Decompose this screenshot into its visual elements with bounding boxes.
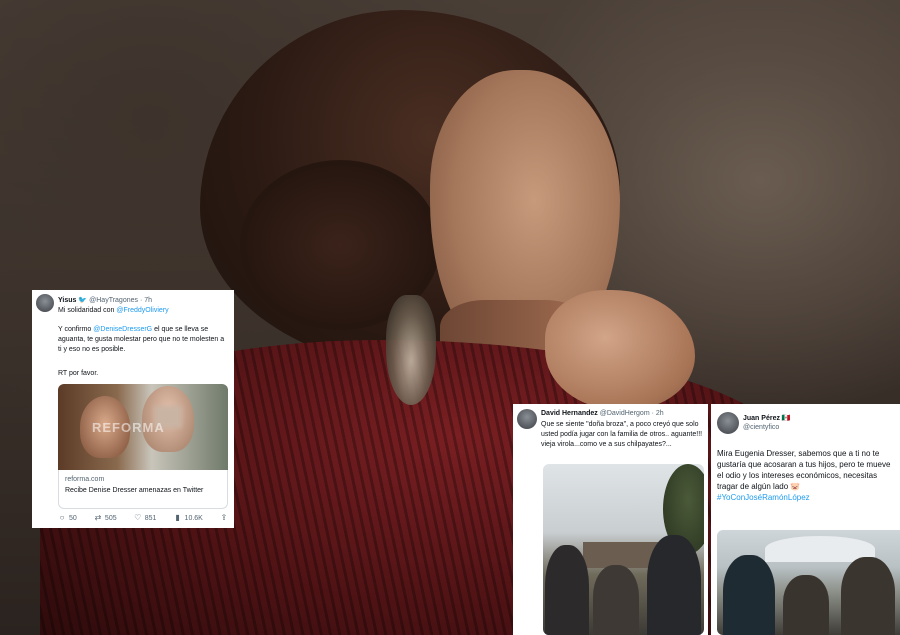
avatar[interactable] [36,294,54,312]
handle[interactable]: @DavidHergom [600,410,650,417]
tweet-card-david[interactable]: David Hernandez @DavidHergom · 2h Que se… [513,404,708,635]
display-name[interactable]: Yisus [58,297,76,304]
tweet-header: Yisus 🐦 @HayTragones · 7h [58,296,152,305]
photo-person-center [593,565,639,635]
tweet-body: Y confirmo @DeniseDresserG el que se lle… [58,325,228,355]
link-preview-image[interactable]: REFORMA [58,384,228,470]
hand-shape [545,290,695,410]
rt-line: RT por favor. [58,370,99,377]
tweet-body-text: Mira Eugenia Dresser, sabemos que a ti n… [717,449,891,491]
handle[interactable]: @cientyfico [743,424,779,431]
like-count: 851 [144,514,157,522]
watermark: REFORMA [92,420,165,435]
share-icon: ⇪ [220,513,228,522]
line1-text: Mi solidaridad con [58,307,117,314]
timestamp[interactable]: · 7h [140,297,152,304]
avatar[interactable] [517,409,537,429]
like-button[interactable]: ♡ 851 [134,513,157,522]
tweet-photo[interactable] [717,530,900,635]
link-preview-card[interactable]: reforma.com Recibe Denise Dresser amenaz… [58,470,228,509]
flag-icon: 🇲🇽 [781,415,791,422]
body-pre: Y confirmo [58,326,94,333]
tweet-actions: ○ 50 ⇄ 505 ♡ 851 ▮ 10.6K ⇪ [58,514,228,522]
retweet-count: 505 [104,514,117,522]
tweet-body: Que se siente "doña broza", a poco creyó… [541,421,703,448]
link-domain: reforma.com [65,476,105,483]
photo-person-right [841,557,895,635]
tweet-card-yisus[interactable]: Yisus 🐦 @HayTragones · 7h Mi solidaridad… [32,290,234,528]
tweet-header: Juan Pérez 🇲🇽 [743,414,791,422]
reply-count: 50 [69,514,77,522]
mention-denise[interactable]: @DeniseDresserG [93,326,152,333]
views-icon: ▮ [175,513,180,522]
reply-icon: ○ [59,513,65,522]
tweet-avatar[interactable] [717,412,739,434]
tweet-header: David Hernandez @DavidHergom · 2h [541,410,664,417]
photo-person-right [647,535,701,635]
photo-person-center [783,575,829,635]
verified-bird-icon: 🐦 [78,297,88,304]
tweet-card-juan[interactable]: Juan Pérez 🇲🇽 @cientyfico Mira Eugenia D… [711,404,900,635]
avatar[interactable] [717,412,739,434]
reply-button[interactable]: ○ 50 [58,514,77,522]
tweet-photo[interactable] [543,464,704,635]
timestamp[interactable]: · 2h [652,410,664,417]
photo-person-left [545,545,589,635]
views-count: 10.6K [184,514,203,522]
earring-shape [386,295,436,405]
handle[interactable]: @HayTragones [89,297,138,304]
retweet-icon: ⇄ [94,513,102,522]
display-name[interactable]: David Hernandez [541,410,598,417]
display-name[interactable]: Juan Pérez [743,415,780,422]
photo-person-left [723,555,775,635]
share-button[interactable]: ⇪ [220,514,228,522]
link-title: Recibe Denise Dresser amenazas en Twitte… [65,487,204,494]
tweet-avatar[interactable] [517,409,537,429]
heart-icon: ♡ [134,513,142,522]
retweet-button[interactable]: ⇄ 505 [94,514,117,522]
tweet-line1: Mi solidaridad con @FreddyOliviery [58,307,169,314]
hashtag-link[interactable]: #YoConJoséRamónLópez [717,493,810,502]
views-button[interactable]: ▮ 10.6K [174,514,203,522]
mention-freddy[interactable]: @FreddyOliviery [116,307,168,314]
tweet-body: Mira Eugenia Dresser, sabemos que a ti n… [717,448,897,503]
